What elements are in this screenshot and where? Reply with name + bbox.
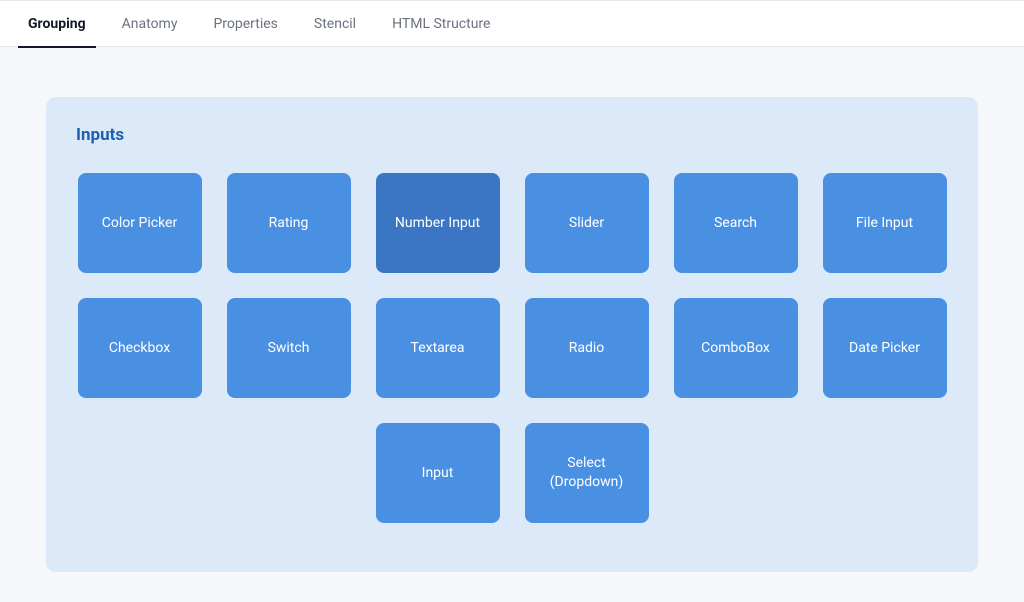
- tile-textarea[interactable]: Textarea: [376, 298, 500, 398]
- tile-label: ComboBox: [701, 339, 770, 358]
- tile-radio[interactable]: Radio: [525, 298, 649, 398]
- tile-label: Date Picker: [849, 339, 920, 358]
- tile-label: File Input: [856, 214, 913, 233]
- tile-grid: Color Picker Rating Number Input Slider …: [76, 173, 948, 523]
- tile-label: Search: [714, 214, 757, 233]
- tab-label: Stencil: [314, 16, 356, 32]
- tile-slider[interactable]: Slider: [525, 173, 649, 273]
- tile-select-dropdown[interactable]: Select (Dropdown): [525, 423, 649, 523]
- tab-bar: Grouping Anatomy Properties Stencil HTML…: [0, 0, 1024, 47]
- tab-label: Grouping: [28, 16, 86, 32]
- tile-combobox[interactable]: ComboBox: [674, 298, 798, 398]
- tab-grouping[interactable]: Grouping: [10, 0, 104, 47]
- tab-anatomy[interactable]: Anatomy: [104, 0, 196, 47]
- tile-label: Select (Dropdown): [535, 454, 639, 492]
- tile-date-picker[interactable]: Date Picker: [823, 298, 947, 398]
- tile-label: Radio: [569, 339, 605, 358]
- tile-search[interactable]: Search: [674, 173, 798, 273]
- tile-number-input[interactable]: Number Input: [376, 173, 500, 273]
- tile-input[interactable]: Input: [376, 423, 500, 523]
- panel-title: Inputs: [76, 125, 948, 145]
- tile-label: Input: [422, 464, 454, 483]
- tile-rating[interactable]: Rating: [227, 173, 351, 273]
- content-area: Inputs Color Picker Rating Number Input …: [0, 47, 1024, 602]
- tab-properties[interactable]: Properties: [195, 0, 295, 47]
- tile-label: Switch: [268, 339, 310, 358]
- tile-label: Checkbox: [109, 339, 170, 358]
- tile-switch[interactable]: Switch: [227, 298, 351, 398]
- tile-checkbox[interactable]: Checkbox: [78, 298, 202, 398]
- tab-html-structure[interactable]: HTML Structure: [374, 0, 508, 47]
- tile-label: Rating: [269, 214, 309, 233]
- tile-label: Color Picker: [102, 214, 177, 233]
- tile-file-input[interactable]: File Input: [823, 173, 947, 273]
- tile-color-picker[interactable]: Color Picker: [78, 173, 202, 273]
- inputs-panel: Inputs Color Picker Rating Number Input …: [46, 97, 978, 572]
- tab-label: Anatomy: [122, 16, 178, 32]
- tile-label: Slider: [569, 214, 604, 233]
- tab-stencil[interactable]: Stencil: [296, 0, 374, 47]
- tab-label: HTML Structure: [392, 16, 490, 32]
- tile-label: Textarea: [411, 339, 465, 358]
- tile-label: Number Input: [395, 214, 480, 233]
- tab-label: Properties: [213, 16, 277, 32]
